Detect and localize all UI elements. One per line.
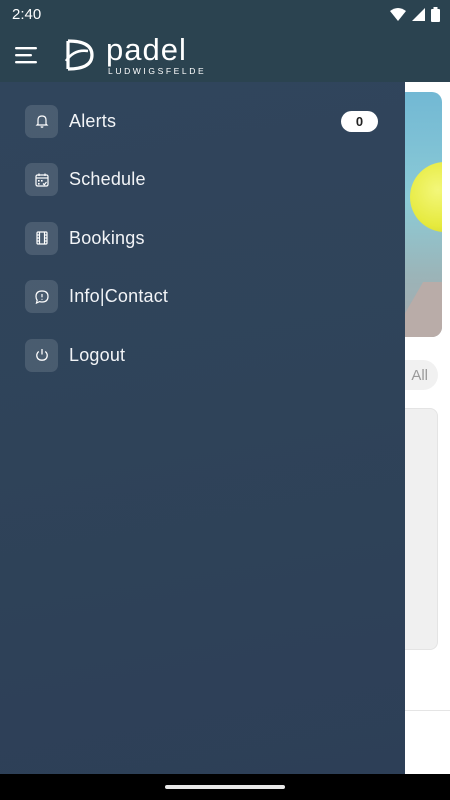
status-icons <box>390 6 440 22</box>
calendar-icon <box>25 163 58 197</box>
drawer-item-label: Logout <box>69 344 126 365</box>
status-time: 2:40 <box>12 5 42 23</box>
drawer-item-info-contact[interactable]: Info|Contact <box>0 268 405 327</box>
drawer-item-schedule[interactable]: Schedule <box>0 151 405 210</box>
menu-button[interactable] <box>0 28 50 82</box>
signal-icon <box>412 7 425 21</box>
drawer-item-alerts[interactable]: Alerts 0 <box>0 92 405 151</box>
system-navigation-bar <box>0 774 450 800</box>
logo-subtitle: LUDWIGSFELDE <box>108 65 207 76</box>
battery-icon <box>431 6 440 22</box>
power-icon <box>25 338 58 372</box>
drawer-item-label: Bookings <box>69 227 145 248</box>
chat-info-icon <box>25 280 58 314</box>
drawer-item-label: Schedule <box>69 169 146 190</box>
app-logo: padel LUDWIGSFELDE <box>60 31 207 76</box>
logo-wordmark: padel <box>106 31 187 67</box>
navigation-drawer: Alerts 0 Schedule Bookings Info|Contact … <box>0 82 405 774</box>
app-bar: padel LUDWIGSFELDE <box>0 28 450 82</box>
tennis-ball-image <box>410 162 442 232</box>
drawer-item-label: Alerts <box>69 110 117 131</box>
alerts-count-badge: 0 <box>341 111 378 132</box>
wifi-icon <box>390 7 406 21</box>
hamburger-menu-icon <box>15 47 37 64</box>
padel-logo-icon <box>64 39 94 71</box>
status-bar: 2:40 <box>0 0 450 28</box>
drawer-item-label: Info|Contact <box>69 286 169 307</box>
bell-icon <box>25 104 58 138</box>
film-icon <box>25 221 58 255</box>
drawer-item-logout[interactable]: Logout <box>0 326 405 385</box>
home-gesture-handle[interactable] <box>165 785 285 789</box>
drawer-item-bookings[interactable]: Bookings <box>0 209 405 268</box>
